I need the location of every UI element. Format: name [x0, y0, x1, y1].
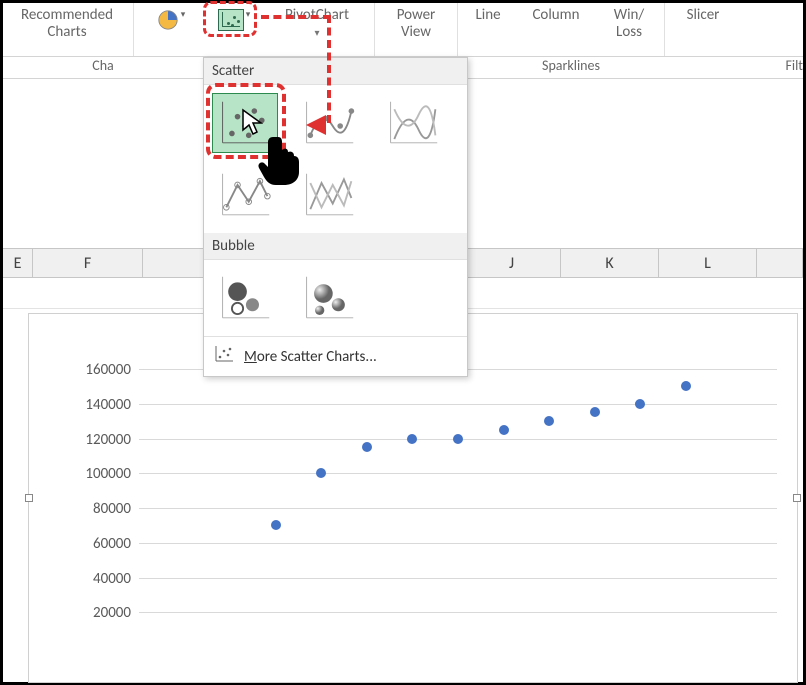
separator [457, 3, 458, 56]
plot-area: 2000040000600008000010000012000014000016… [139, 369, 777, 647]
data-point[interactable] [544, 416, 554, 426]
pie-icon [157, 9, 179, 31]
power-view-button[interactable]: Power View [377, 3, 455, 56]
y-axis-tick-label: 140000 [61, 396, 131, 414]
y-axis-tick-label: 160000 [61, 361, 131, 379]
scatter-smooth-lines-option[interactable] [380, 93, 446, 153]
separator [133, 3, 134, 56]
col-header[interactable] [757, 249, 803, 277]
data-point[interactable] [407, 434, 417, 444]
scatter-chart-dropdown: Scatter Bubble [203, 57, 468, 377]
chart-gridline: 100000 [139, 473, 777, 474]
chart-gridline: 60000 [139, 543, 777, 544]
sparkline-winloss-button[interactable]: Win/ Loss [596, 3, 662, 56]
scatter-straight-lines-option[interactable] [296, 165, 362, 225]
y-axis-tick-label: 100000 [61, 465, 131, 483]
more-scatter-label: More Scatter Charts... [244, 348, 377, 366]
dropdown-caret-icon: ▾ [246, 9, 251, 20]
col-header[interactable]: E [3, 249, 33, 277]
annotation-arrow-head [306, 115, 326, 135]
col-header[interactable]: J [463, 249, 561, 277]
ribbon: Recommended Charts ▾ ▾ PivotChart ▾ Powe… [3, 3, 803, 57]
recommended-charts-label: Recommended Charts [21, 7, 113, 41]
sparkline-column-button[interactable]: Column [516, 3, 596, 56]
scatter-small-icon [214, 345, 234, 368]
chart-gridline: 40000 [139, 578, 777, 579]
separator [374, 3, 375, 56]
annotation-arrow [327, 15, 331, 123]
data-point[interactable] [681, 381, 691, 391]
chart-gridline: 80000 [139, 508, 777, 509]
resize-handle[interactable] [25, 494, 33, 502]
y-axis-tick-label: 20000 [61, 604, 131, 622]
scatter-section-title: Scatter [204, 58, 467, 85]
slicer-label: Slicer [687, 7, 720, 24]
dropdown-caret-icon: ▾ [181, 9, 186, 20]
col-header[interactable]: L [659, 249, 757, 277]
scatter-straight-lines-markers-option[interactable] [212, 165, 278, 225]
filters-group-label: Filt [671, 57, 803, 78]
slicer-button[interactable]: Slicer [667, 3, 739, 56]
chart-gridline: 140000 [139, 404, 777, 405]
sparkline-line-button[interactable]: Line [460, 3, 516, 56]
separator [664, 3, 665, 56]
charts-group-label: Cha [3, 57, 203, 78]
sparkline-winloss-label: Win/ Loss [614, 7, 644, 41]
sparkline-line-label: Line [475, 7, 500, 24]
recommended-charts-button[interactable]: Recommended Charts [3, 3, 131, 56]
scatter-mini-icon [218, 9, 244, 31]
resize-handle[interactable] [793, 494, 801, 502]
data-point[interactable] [499, 425, 509, 435]
sparkline-column-label: Column [532, 7, 579, 24]
pie-chart-button[interactable]: ▾ [136, 3, 206, 56]
sparklines-group-label: Sparklines [471, 57, 671, 78]
bubble-2d-option[interactable] [212, 268, 278, 328]
dropdown-caret-icon: ▾ [314, 24, 319, 41]
col-header[interactable]: F [33, 249, 143, 277]
data-point[interactable] [316, 468, 326, 478]
chart-gridline: 20000 [139, 612, 777, 613]
annotation-arrow [261, 15, 331, 19]
data-point[interactable] [453, 434, 463, 444]
y-axis-tick-label: 120000 [61, 431, 131, 449]
col-header[interactable]: K [561, 249, 659, 277]
bubble-section-title: Bubble [204, 233, 467, 260]
y-axis-tick-label: 40000 [61, 570, 131, 588]
more-scatter-charts-link[interactable]: More Scatter Charts... [204, 336, 467, 376]
data-point[interactable] [362, 442, 372, 452]
y-axis-tick-label: 60000 [61, 535, 131, 553]
data-point[interactable] [271, 520, 281, 530]
data-point[interactable] [635, 399, 645, 409]
scatter-chart-ribbon-button[interactable]: ▾ [206, 3, 262, 56]
pivotchart-button[interactable]: PivotChart ▾ [262, 3, 372, 56]
power-view-label: Power View [397, 7, 436, 41]
data-point[interactable] [590, 407, 600, 417]
bubble-3d-option[interactable] [296, 268, 362, 328]
y-axis-tick-label: 80000 [61, 500, 131, 518]
scatter-markers-only-option[interactable] [212, 93, 278, 153]
